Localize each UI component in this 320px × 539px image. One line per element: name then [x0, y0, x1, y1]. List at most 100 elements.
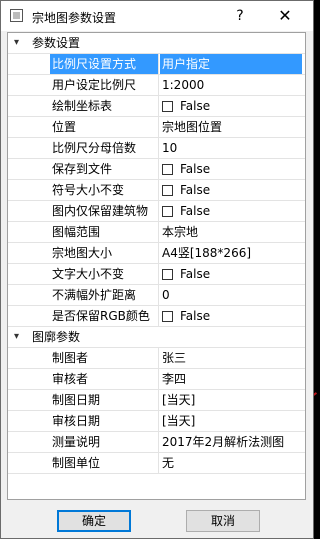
close-button[interactable]: ✕ [270, 6, 300, 26]
checkbox[interactable] [162, 311, 173, 322]
property-value[interactable]: 用户指定 [160, 54, 302, 74]
help-button[interactable]: ? [227, 6, 253, 26]
checkbox-label: False [180, 309, 211, 323]
column-divider [158, 117, 159, 137]
collapse-caret-icon[interactable]: ▾ [14, 33, 19, 53]
property-value[interactable]: A4竖[188*266] [162, 243, 300, 263]
ok-button[interactable]: 确定 [57, 510, 131, 532]
checkbox[interactable] [162, 185, 173, 196]
column-divider [158, 411, 159, 431]
property-row[interactable]: 用户设定比例尺 1:2000 [8, 75, 305, 96]
row-margin [8, 201, 52, 221]
checkbox[interactable] [162, 269, 173, 280]
column-divider [158, 180, 159, 200]
property-value[interactable]: 1:2000 [162, 75, 300, 95]
property-row[interactable]: 比例尺分母倍数 10 [8, 138, 305, 159]
property-row[interactable]: 文字大小不变 False [8, 264, 305, 285]
category-row[interactable]: ▾ 图廓参数 [8, 327, 305, 348]
row-margin [8, 348, 52, 368]
property-row[interactable]: 宗地图大小 A4竖[188*266] [8, 243, 305, 264]
column-divider [158, 453, 159, 473]
property-row[interactable]: 图内仅保留建筑物 False [8, 201, 305, 222]
row-margin [8, 432, 52, 452]
row-margin [8, 285, 52, 305]
column-divider [158, 348, 159, 368]
column-divider [158, 222, 159, 242]
property-value[interactable]: False [162, 96, 300, 116]
checkbox[interactable] [162, 164, 173, 175]
category-row[interactable]: ▾ 参数设置 [8, 33, 305, 54]
category-label: 图廓参数 [32, 330, 81, 344]
app-icon [10, 9, 23, 22]
property-value[interactable]: False [162, 159, 300, 179]
property-value[interactable]: 张三 [162, 348, 300, 368]
title-bar: 宗地图参数设置 ? ✕ [1, 1, 313, 31]
property-name: 测量说明 [52, 435, 101, 449]
checkbox-label: False [180, 183, 211, 197]
row-margin [8, 306, 52, 326]
property-row[interactable]: 位置 宗地图位置 [8, 117, 305, 138]
property-row[interactable]: 制图者 张三 [8, 348, 305, 369]
property-name: 不满幅外扩距离 [52, 288, 137, 302]
collapse-caret-icon[interactable]: ▾ [14, 327, 19, 347]
property-value[interactable]: 0 [162, 285, 300, 305]
checkbox-label: False [180, 162, 211, 176]
property-row[interactable]: 符号大小不变 False [8, 180, 305, 201]
row-margin [8, 138, 52, 158]
column-divider [158, 285, 159, 305]
property-row[interactable]: 保存到文件 False [8, 159, 305, 180]
category-label: 参数设置 [32, 36, 81, 50]
property-value[interactable]: 宗地图位置 [162, 117, 300, 137]
property-row[interactable]: 审核日期 [当天] [8, 411, 305, 432]
property-name: 比例尺设置方式 [50, 54, 158, 74]
property-name: 制图者 [52, 351, 89, 365]
property-value[interactable]: False [162, 180, 300, 200]
property-name: 比例尺分母倍数 [52, 141, 137, 155]
property-value[interactable]: 10 [162, 138, 300, 158]
property-row[interactable]: 测量说明 2017年2月解析法测图 [8, 432, 305, 453]
column-divider [158, 390, 159, 410]
property-row[interactable]: 图幅范围 本宗地 [8, 222, 305, 243]
property-name: 保存到文件 [52, 162, 113, 176]
row-margin [8, 369, 52, 389]
dialog-window: 宗地图参数设置 ? ✕ ▾ 参数设置比例尺设置方式 用户指定 用户设定比例尺 1:200… [0, 0, 314, 539]
property-value[interactable]: [当天] [162, 390, 300, 410]
checkbox[interactable] [162, 101, 173, 112]
window-title: 宗地图参数设置 [32, 11, 117, 25]
property-grid[interactable]: ▾ 参数设置 比例尺设置方式 用户指定 用户设定比例尺 1:2000 绘制坐标表 False 位… [7, 32, 306, 500]
column-divider [158, 54, 159, 74]
checkbox-label: False [180, 99, 211, 113]
property-value[interactable]: 李四 [162, 369, 300, 389]
property-value[interactable]: False [162, 306, 300, 326]
checkbox[interactable] [162, 206, 173, 217]
column-divider [158, 201, 159, 221]
column-divider [158, 138, 159, 158]
column-divider [158, 369, 159, 389]
property-value[interactable]: 无 [162, 453, 300, 473]
property-name: 位置 [52, 120, 77, 134]
cancel-button[interactable]: 取消 [186, 510, 260, 532]
row-margin [8, 117, 52, 137]
row-margin [8, 390, 52, 410]
property-value[interactable]: False [162, 264, 300, 284]
row-margin [8, 96, 52, 116]
property-value[interactable]: 本宗地 [162, 222, 300, 242]
property-row[interactable]: 不满幅外扩距离 0 [8, 285, 305, 306]
property-name: 是否保留RGB颜色 [52, 309, 150, 323]
property-name: 审核者 [52, 372, 89, 386]
checkbox-label: False [180, 204, 211, 218]
property-row[interactable]: 绘制坐标表 False [8, 96, 305, 117]
row-margin [8, 180, 52, 200]
property-value[interactable]: 2017年2月解析法测图 [162, 432, 300, 452]
property-row[interactable]: 比例尺设置方式 用户指定 [8, 54, 305, 75]
property-row[interactable]: 审核者 李四 [8, 369, 305, 390]
row-margin [8, 243, 52, 263]
property-row[interactable]: 是否保留RGB颜色 False [8, 306, 305, 327]
property-row[interactable]: 制图单位 无 [8, 453, 305, 474]
property-row[interactable]: 制图日期 [当天] [8, 390, 305, 411]
row-margin [8, 411, 52, 431]
property-value[interactable]: False [162, 201, 300, 221]
property-value[interactable]: [当天] [162, 411, 300, 431]
column-divider [158, 432, 159, 452]
column-divider [158, 159, 159, 179]
